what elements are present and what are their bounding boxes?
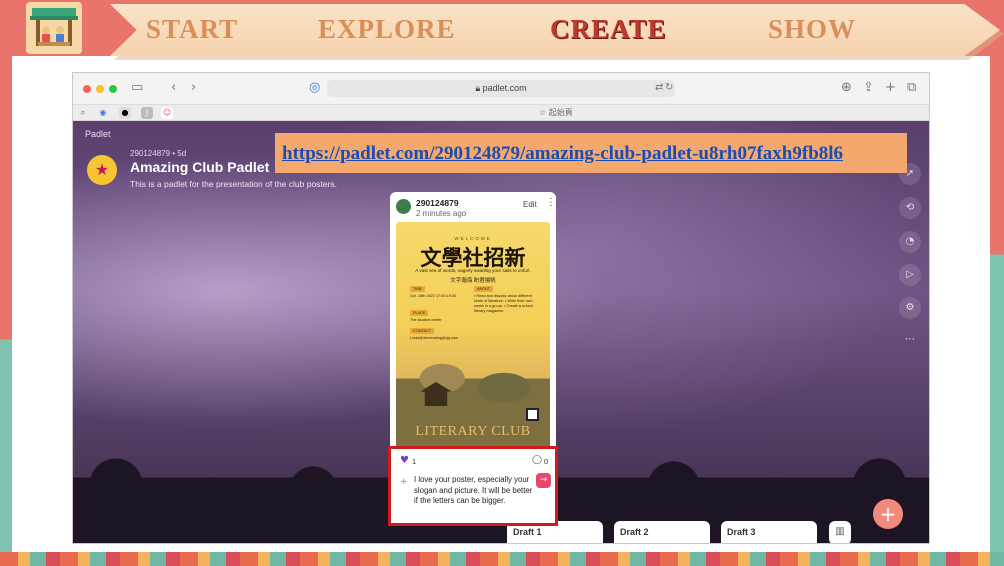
- club-poster-image[interactable]: WELCOME 文學社招新 A vast sea of words, eager…: [396, 222, 550, 448]
- site-settings-icon[interactable]: ◎: [309, 80, 320, 95]
- poster-subtitle-zh: 文字瀚海 盼君揚帆: [450, 278, 496, 284]
- remake-rail-icon[interactable]: ⟲: [899, 197, 921, 219]
- qr-code-icon: [526, 408, 539, 421]
- poster-tag-place: PLACE: [410, 310, 429, 316]
- back-icon[interactable]: ‹: [171, 80, 176, 95]
- poster-activity-text: • Read and discuss about different kinds…: [474, 294, 533, 313]
- padlet-url-link[interactable]: https://padlet.com/290124879/amazing-clu…: [282, 143, 843, 164]
- poster-tag-activity: ABOUT: [474, 286, 494, 292]
- poster-welcome: WELCOME: [454, 236, 492, 241]
- zoom-window-icon[interactable]: [109, 85, 117, 93]
- nav-step-explore[interactable]: EXPLORE: [318, 14, 456, 45]
- post-author: 290124879: [416, 198, 459, 208]
- translate-icon[interactable]: ⇄: [655, 82, 663, 93]
- favorite-tab-icon[interactable]: ◉: [97, 107, 109, 119]
- draft-2-tab[interactable]: Draft 2: [614, 521, 710, 543]
- slide-frame-left: [0, 0, 12, 566]
- padlet-description: This is a padlet for the presentation of…: [130, 179, 337, 189]
- nav-step-show[interactable]: SHOW: [768, 14, 856, 45]
- padlet-url-callout: https://padlet.com/290124879/amazing-clu…: [275, 133, 907, 173]
- post-timestamp: 2 minutes ago: [416, 209, 467, 218]
- share-icon[interactable]: ⇪: [863, 80, 874, 95]
- padlet-title: Amazing Club Padlet: [130, 159, 270, 175]
- author-avatar: [396, 199, 411, 214]
- sidebar-toggle-icon[interactable]: ▭: [131, 80, 143, 95]
- poster-tag-time: TIME: [410, 286, 426, 292]
- tab-overview-icon[interactable]: ⧉: [907, 80, 916, 95]
- padlet-logo[interactable]: Padlet: [85, 129, 111, 139]
- forward-icon[interactable]: ›: [191, 80, 196, 95]
- slideshow-play-icon[interactable]: ▷: [899, 264, 921, 286]
- padlet-meta: 290124879 • 5d: [130, 149, 187, 158]
- lock-icon: 🔒︎: [475, 83, 483, 93]
- poster-time-text: Oct. 15th 2022 17:00-19:00: [410, 294, 457, 298]
- post-more-icon[interactable]: ⋮: [546, 197, 556, 208]
- more-options-icon[interactable]: ⋯: [899, 329, 921, 351]
- app-tab-icon[interactable]: J: [141, 107, 153, 119]
- star-eyes-emoji-icon: ★: [87, 155, 117, 185]
- search-tab-icon[interactable]: ⌕: [77, 107, 89, 119]
- top-banner: START EXPLORE CREATE SHOW: [0, 0, 1004, 60]
- new-tab-icon[interactable]: +: [885, 80, 896, 95]
- address-bar[interactable]: 🔒︎ padlet.com: [327, 80, 675, 97]
- padlet-tab-icon[interactable]: ☺: [161, 107, 173, 119]
- drafts-panel-icon[interactable]: ▥: [829, 521, 851, 543]
- notification-bell-icon[interactable]: ◔: [899, 231, 921, 253]
- address-text: padlet.com: [482, 83, 527, 93]
- club-illustration-icon: [26, 2, 82, 54]
- profile-tab-icon[interactable]: ●: [119, 107, 131, 119]
- download-icon[interactable]: ⊕: [841, 80, 852, 95]
- nav-step-create[interactable]: CREATE: [550, 14, 667, 45]
- tab-bar: ⌕ ◉ ● J ☺ ☆ 起始頁: [73, 105, 929, 121]
- draft-3-tab[interactable]: Draft 3: [721, 521, 817, 543]
- minimize-window-icon[interactable]: [96, 85, 104, 93]
- poster-place-text: The student center: [410, 318, 442, 322]
- close-window-icon[interactable]: [83, 85, 91, 93]
- browser-toolbar: ▭ ‹ › ◎ 🔒︎ padlet.com ⇄ ↻ ⊕ ⇪ + ⧉: [73, 73, 929, 105]
- edit-button[interactable]: Edit: [523, 200, 537, 209]
- settings-gear-icon[interactable]: ⚙: [899, 297, 921, 319]
- decorative-bottom-border: [0, 552, 1004, 566]
- poster-club-name: LITERARY CLUB: [415, 424, 531, 439]
- poster-subtitle-en: A vast sea of words, eagerly awaiting yo…: [415, 268, 531, 273]
- reload-icon[interactable]: ↻: [665, 82, 673, 93]
- comment-highlight-box: [388, 446, 558, 526]
- slide-frame-right: [990, 0, 1004, 566]
- star-icon: ☆: [539, 108, 549, 117]
- add-post-button[interactable]: +: [873, 499, 903, 529]
- nav-step-start[interactable]: START: [146, 14, 238, 45]
- start-page-label[interactable]: ☆ 起始頁: [539, 107, 573, 118]
